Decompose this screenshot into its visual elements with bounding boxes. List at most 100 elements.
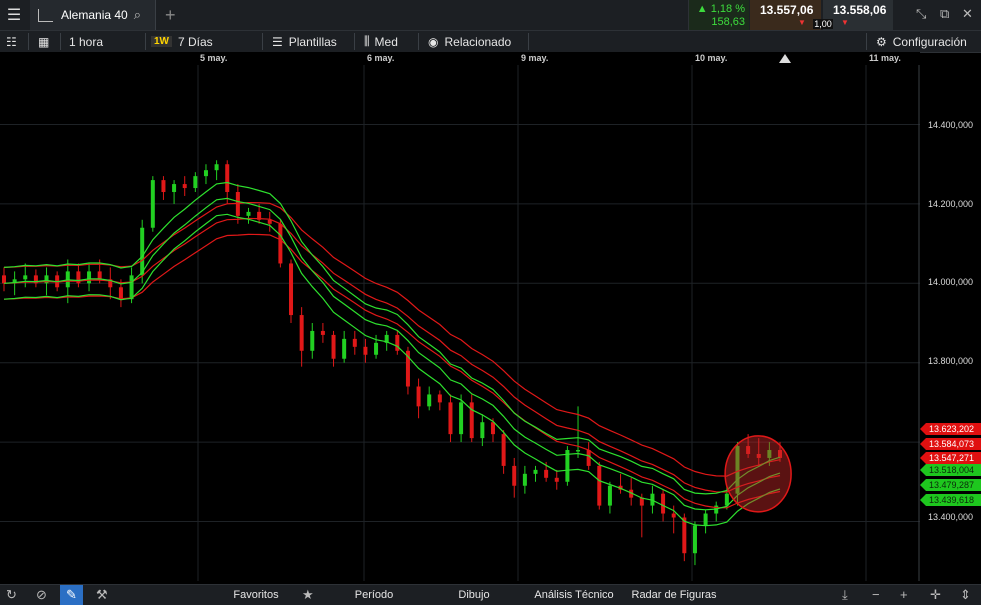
price-tick: 13.800,000	[928, 356, 974, 366]
list-icon[interactable]: ☷	[6, 31, 17, 52]
candle-body	[140, 227, 145, 276]
price-tick: 14.000,000	[928, 277, 974, 287]
candle-body	[129, 275, 134, 300]
hamburger-menu-icon[interactable]: ☰	[0, 0, 28, 30]
candle-body	[23, 275, 28, 280]
separator	[60, 33, 61, 50]
red-band-line	[3, 201, 781, 477]
zoom-out-icon[interactable]: −	[872, 587, 880, 602]
candle-body	[448, 402, 453, 435]
range-selector[interactable]: 1W 7 Días	[151, 31, 213, 52]
change-panel: ▲ 1,18 % 158,63	[688, 0, 749, 30]
candle-body	[480, 422, 485, 439]
price-label-red-mid: 13.584,073	[920, 438, 981, 450]
date-axis: 5 may. 6 may. 9 may. 10 may. 11 may.	[0, 52, 920, 65]
candle-body	[97, 271, 102, 280]
buy-button[interactable]: 13.558,06 ▼	[823, 0, 893, 30]
restore-window-icon[interactable]: ⤡	[916, 6, 926, 22]
tools-icon[interactable]: ⚒	[96, 587, 108, 603]
favorites-button[interactable]: Favoritos	[224, 585, 288, 605]
drawing-button[interactable]: Dibujo	[446, 585, 502, 605]
candle-body	[682, 517, 687, 554]
price-style-label: Med	[374, 34, 398, 49]
candle-body	[586, 450, 591, 466]
candle-body	[533, 469, 538, 474]
price-tick: 13.400,000	[928, 512, 974, 522]
sell-button[interactable]: 13.557,06 ▼	[750, 0, 821, 30]
search-icon[interactable]: ⌕	[134, 7, 141, 23]
date-label: 9 may.	[521, 53, 549, 63]
candle-body	[459, 402, 464, 435]
down-arrow-icon: ▼	[841, 18, 849, 27]
date-label: 11 may.	[869, 53, 901, 63]
candle-body	[87, 271, 92, 284]
zoom-in-icon[interactable]: +	[900, 587, 908, 602]
fit-vertical-icon[interactable]: ⇕	[960, 587, 971, 603]
price-tick: 14.200,000	[928, 199, 974, 209]
gear-icon: ⚙	[876, 34, 887, 49]
pattern-radar-button[interactable]: Radar de Figuras	[624, 585, 724, 605]
candle-body	[692, 525, 697, 554]
refresh-icon[interactable]: ↻	[6, 587, 17, 603]
candle-body	[331, 334, 336, 359]
pencil-icon[interactable]: ✎	[60, 585, 83, 605]
candle-body	[203, 170, 208, 177]
separator	[418, 33, 419, 50]
green-band-line	[3, 197, 781, 511]
price-label-red-lower: 13.547,271	[920, 452, 981, 464]
current-time-marker-icon[interactable]	[779, 54, 791, 63]
candle-body	[278, 223, 283, 264]
candle-body	[310, 330, 315, 351]
candle-body	[554, 477, 559, 482]
candle-body	[416, 386, 421, 407]
block-icon[interactable]: ⊘	[36, 587, 47, 603]
candle-body	[161, 180, 166, 193]
candle-body	[363, 346, 368, 355]
period-button[interactable]: Período	[340, 585, 408, 605]
star-icon[interactable]: ★	[302, 587, 314, 603]
ask-price: 13.558,06	[833, 3, 887, 17]
candle-body	[490, 422, 495, 435]
tab-instrument[interactable]: Alemania 40 ⌕	[30, 0, 156, 30]
candle-body	[544, 469, 549, 478]
templates-button[interactable]: ☰ Plantillas	[272, 31, 337, 52]
crosshair-icon[interactable]: ✛	[930, 587, 941, 603]
candle-body	[172, 184, 177, 193]
candle-body	[193, 176, 198, 189]
chart-toolbar: ☷ ▦ 1 hora 1W 7 Días ☰ Plantillas ⫼ Med …	[0, 31, 981, 53]
settings-button[interactable]: ⚙ Configuración	[876, 31, 967, 52]
candle-body	[289, 263, 294, 316]
date-label: 5 may.	[200, 53, 228, 63]
candle-body	[703, 513, 708, 526]
price-label-green-mid: 13.479,287	[920, 479, 981, 491]
download-icon[interactable]: ⤓	[842, 587, 848, 603]
separator	[354, 33, 355, 50]
settings-label: Configuración	[892, 34, 967, 49]
candle-body	[437, 394, 442, 403]
chart-line-icon	[38, 8, 53, 22]
close-icon[interactable]: ✕	[962, 6, 973, 22]
candle-body	[182, 184, 187, 189]
add-tab-icon[interactable]: +	[165, 5, 176, 26]
candle-body	[501, 434, 506, 466]
separator	[28, 33, 29, 50]
layout-grid-icon[interactable]: ▦	[38, 31, 49, 52]
red-band-line	[3, 233, 781, 509]
popout-icon[interactable]: ⧉	[940, 6, 949, 22]
candle-body	[214, 164, 219, 171]
candle-body	[299, 315, 304, 351]
candle-body	[607, 485, 612, 506]
price-style-button[interactable]: ⫼ Med	[364, 31, 398, 52]
candle-body	[352, 338, 357, 347]
red-band-line	[3, 217, 781, 493]
interval-selector[interactable]: 1 hora	[69, 31, 103, 52]
candle-body	[150, 180, 155, 228]
candle-body	[597, 465, 602, 506]
related-button[interactable]: ◉ Relacionado	[428, 31, 511, 52]
spread-value: 1,00	[813, 19, 833, 29]
technical-analysis-button[interactable]: Análisis Técnico	[528, 585, 620, 605]
candle-body	[320, 330, 325, 335]
date-label: 10 may.	[695, 53, 728, 63]
price-chart[interactable]	[0, 65, 920, 581]
bottom-toolbar: ↻ ⊘ ✎ ⚒ Favoritos ★ Período Dibujo Análi…	[0, 584, 981, 605]
